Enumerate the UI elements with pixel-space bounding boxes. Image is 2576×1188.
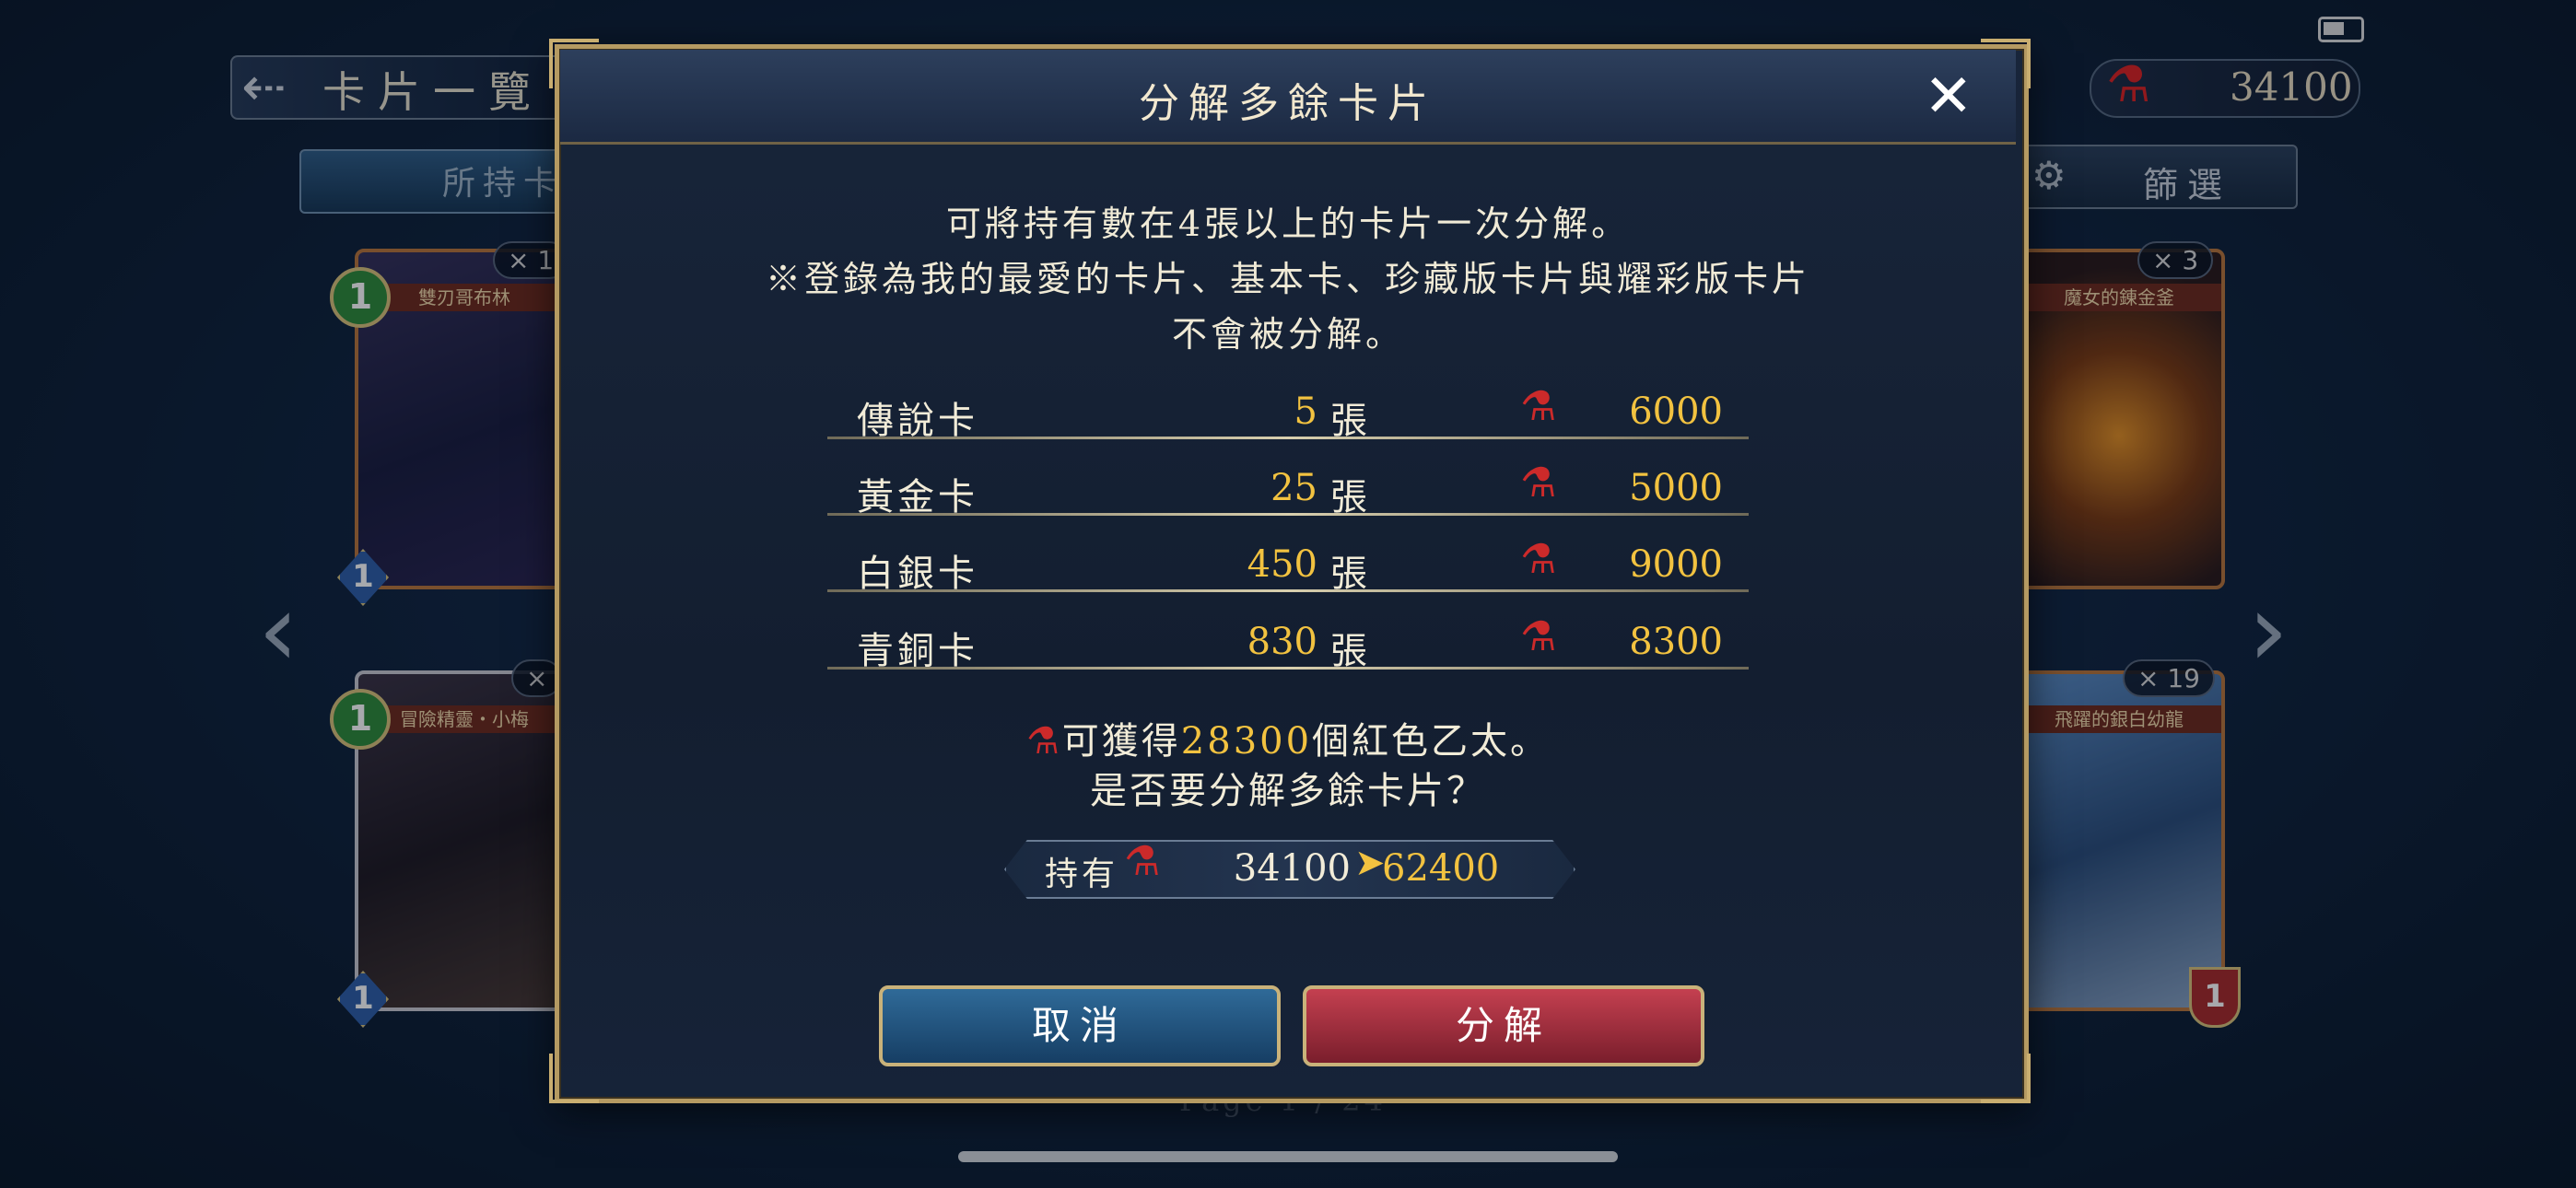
confirm-question: 是否要分解多餘卡片？ (1090, 770, 1486, 812)
row-divider (827, 667, 1749, 670)
red-ether-icon: ⚗ (1520, 536, 1557, 583)
rarity-silver-value: 9000 (1629, 543, 1723, 586)
gain-summary: ⚗可獲得28300個紅色乙太。 (560, 711, 2016, 764)
red-ether-icon: ⚗ (1025, 720, 1062, 763)
description-line-3: 不會被分解。 (1171, 314, 1404, 355)
dismantle-button[interactable]: 分解 (1303, 985, 1704, 1066)
holding-label: 持有 (1045, 856, 1119, 893)
frame-corner-ornament (549, 39, 599, 88)
home-indicator[interactable] (958, 1151, 1618, 1162)
rarity-gold-value: 5000 (1629, 467, 1723, 509)
gain-suffix: 個紅色乙太。 (1312, 720, 1551, 763)
rarity-bronze-value: 8300 (1629, 621, 1723, 663)
close-icon[interactable]: ✕ (1924, 63, 1973, 131)
frame-corner-ornament (1981, 39, 2031, 88)
frame-corner-ornament (1981, 1054, 2031, 1103)
dialog-title: 分解多餘卡片 (1139, 80, 1437, 127)
red-ether-icon: ⚗ (1520, 613, 1557, 660)
description-line-2: ※登錄為我的最愛的卡片、基本卡、珍藏版卡片與耀彩版卡片 (765, 259, 1810, 299)
row-divider (827, 513, 1749, 516)
row-divider (827, 437, 1749, 439)
red-ether-icon: ⚗ (1520, 460, 1557, 507)
row-divider (827, 589, 1749, 592)
rarity-silver-count: 450 (1247, 543, 1317, 586)
frame-corner-ornament (549, 1054, 599, 1103)
rarity-legend-count: 5 (1294, 390, 1317, 433)
gain-amount: 28300 (1180, 720, 1313, 763)
gain-prefix: 可獲得 (1061, 720, 1181, 763)
holding-after: 62400 (1382, 847, 1500, 890)
cancel-button[interactable]: 取消 (879, 985, 1281, 1066)
chevron-right-icon: ➤ (1354, 842, 1386, 884)
rarity-gold-count: 25 (1270, 467, 1317, 509)
red-ether-icon: ⚗ (1124, 838, 1161, 885)
description-line-1: 可將持有數在4張以上的卡片一次分解。 (945, 204, 1631, 244)
red-ether-icon: ⚗ (1520, 383, 1557, 430)
holding-current: 34100 (1233, 847, 1351, 890)
rarity-legend-value: 6000 (1629, 390, 1723, 433)
rarity-bronze-count: 830 (1247, 621, 1317, 663)
